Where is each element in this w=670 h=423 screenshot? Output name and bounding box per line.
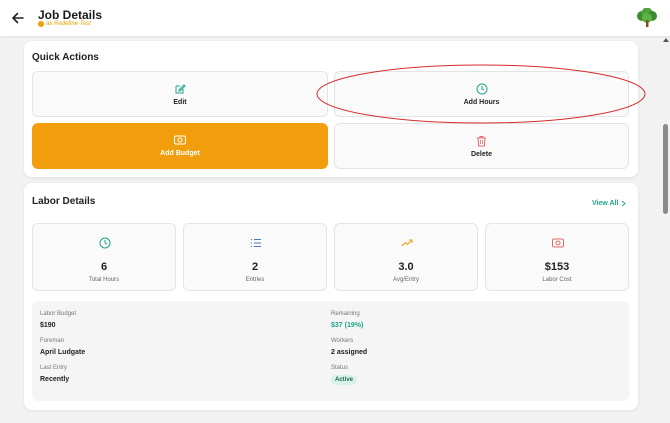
stat-total-hours: 6 Total Hours [32,223,176,291]
last-entry-label: Last Entry [40,365,68,371]
arrow-left-icon[interactable] [11,11,25,25]
stat-value: 3.0 [398,261,414,273]
trash-icon [477,135,486,146]
stat-caption: Labor Cost [542,277,572,283]
app-header: Job Details as Redefine Test [0,0,670,36]
labor-budget-value: $190 [40,322,56,329]
last-entry-value: Recently [40,376,70,383]
stat-value: 6 [100,261,108,273]
labor-budget-label: Labor Budget [40,311,77,317]
subtitle-text: as Redefine Test [46,21,91,27]
status-badge: Active [331,375,358,385]
stat-caption: Avg/Entry [393,277,419,283]
foreman-label: Foreman [40,338,65,344]
chevron-right-icon [622,200,627,207]
workers-label: Workers [331,338,354,344]
delete-button[interactable]: Delete [334,123,629,169]
add-budget-label: Add Budget [160,150,200,157]
edit-icon [175,83,186,93]
stat-caption: Entries [245,277,265,283]
clock-icon [476,83,487,94]
labor-details-title: Labor Details [32,196,96,207]
page-title: Job Details [38,8,103,22]
edit-button[interactable]: Edit [32,71,328,117]
view-all-label: View All [592,200,619,207]
trend-up-icon [401,239,413,247]
stat-labor-cost: $153 Labor Cost [485,223,629,291]
add-hours-label: Add Hours [463,98,500,106]
foreman-value: April Ludgate [40,349,86,356]
remaining-value: $37 (19%) [331,322,364,329]
page-subtitle: as Redefine Test [38,21,91,27]
quick-actions-title: Quick Actions [32,52,99,63]
money-icon [552,238,564,248]
money-icon [174,135,186,145]
stat-value: $153 [544,261,570,273]
user-icon [38,21,44,27]
list-icon [251,239,261,247]
view-all-link[interactable]: View All [592,200,627,207]
scroll-up-icon[interactable] [663,38,669,42]
tree-logo-icon [637,8,657,27]
status-label: Status [331,365,349,371]
stat-entries: 2 Entries [183,223,327,291]
scrollbar-thumb[interactable] [663,124,668,214]
stat-caption: Total Hours [88,277,120,283]
clock-icon [99,237,111,249]
stat-value: 2 [251,261,259,273]
workers-value: 2 assigned [331,349,368,356]
stat-avg-entry: 3.0 Avg/Entry [334,223,478,291]
add-budget-button[interactable]: Add Budget [32,123,328,169]
remaining-label: Remaining [331,311,360,317]
edit-label: Edit [173,98,187,106]
scrollbar-track[interactable] [661,36,670,423]
add-hours-button[interactable]: Add Hours [334,71,629,117]
delete-label: Delete [470,150,492,158]
